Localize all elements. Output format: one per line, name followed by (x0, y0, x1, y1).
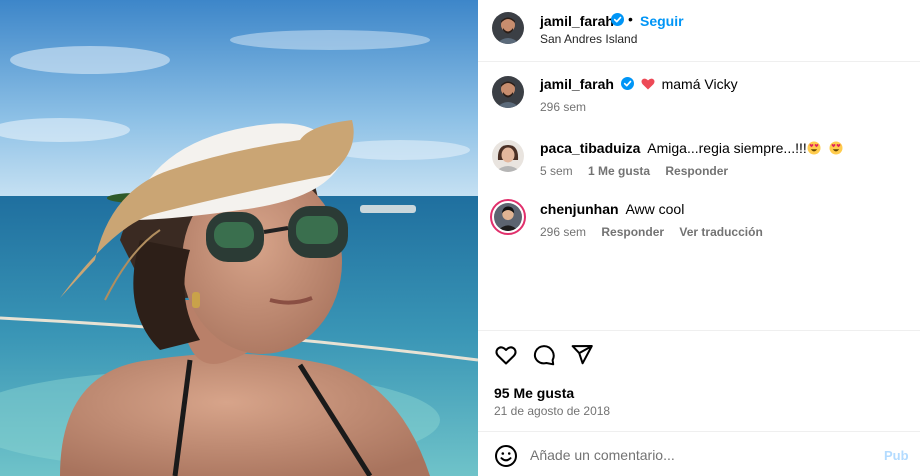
author-avatar[interactable] (492, 12, 524, 44)
share-button[interactable] (570, 343, 596, 369)
reply-button[interactable]: Responder (665, 164, 728, 178)
comment-button[interactable] (532, 343, 558, 369)
commenter-avatar[interactable] (492, 76, 524, 108)
like-button[interactable] (494, 343, 520, 369)
comment-username[interactable]: chenjunhan (540, 201, 619, 217)
comment-text: Amiga...regia siempre...!!! (647, 140, 807, 156)
commenter-avatar-story-ring[interactable] (490, 199, 526, 235)
post-photo[interactable] (0, 0, 478, 476)
comment-input[interactable] (530, 444, 860, 466)
comment-text: Aww cool (625, 201, 685, 217)
heart-eyes-emoji-icon (829, 141, 843, 155)
comment-time[interactable]: 296 sem (540, 100, 586, 114)
author-username[interactable]: jamil_farah (540, 13, 614, 29)
post-location[interactable]: San Andres Island (540, 32, 637, 46)
commenter-avatar[interactable] (492, 140, 524, 172)
heart-outline-icon (495, 346, 517, 365)
verified-badge-icon (620, 77, 634, 90)
smiley-icon (495, 445, 517, 467)
comment-likes-count[interactable]: 1 Me gusta (588, 164, 650, 178)
paper-plane-icon (571, 345, 593, 365)
comment-time[interactable]: 5 sem (540, 164, 573, 178)
comment-time[interactable]: 296 sem (540, 225, 586, 239)
red-heart-emoji-icon (641, 77, 655, 91)
header-separator: • (628, 11, 633, 27)
add-comment-bar: Pub (478, 431, 920, 476)
publish-button[interactable]: Pub (884, 448, 909, 463)
comment-username[interactable]: paca_tibaduiza (540, 140, 640, 156)
post-header: jamil_farah • Seguir San Andres Island (478, 0, 920, 62)
comment-username[interactable]: jamil_farah (540, 76, 614, 92)
follow-button[interactable]: Seguir (640, 13, 684, 29)
comment-text: mamá Vicky (661, 76, 738, 92)
heart-eyes-emoji-icon (807, 141, 821, 155)
reply-button[interactable]: Responder (601, 225, 664, 239)
post-date[interactable]: 21 de agosto de 2018 (494, 404, 610, 418)
actions-divider (478, 330, 920, 331)
likes-count[interactable]: 95 Me gusta (494, 385, 574, 401)
verified-badge-icon (611, 13, 624, 26)
post-side-panel: jamil_farah • Seguir San Andres Island j… (478, 0, 920, 476)
see-translation-button[interactable]: Ver traducción (679, 225, 762, 239)
emoji-picker-button[interactable] (494, 444, 518, 468)
speech-bubble-icon (533, 345, 555, 366)
